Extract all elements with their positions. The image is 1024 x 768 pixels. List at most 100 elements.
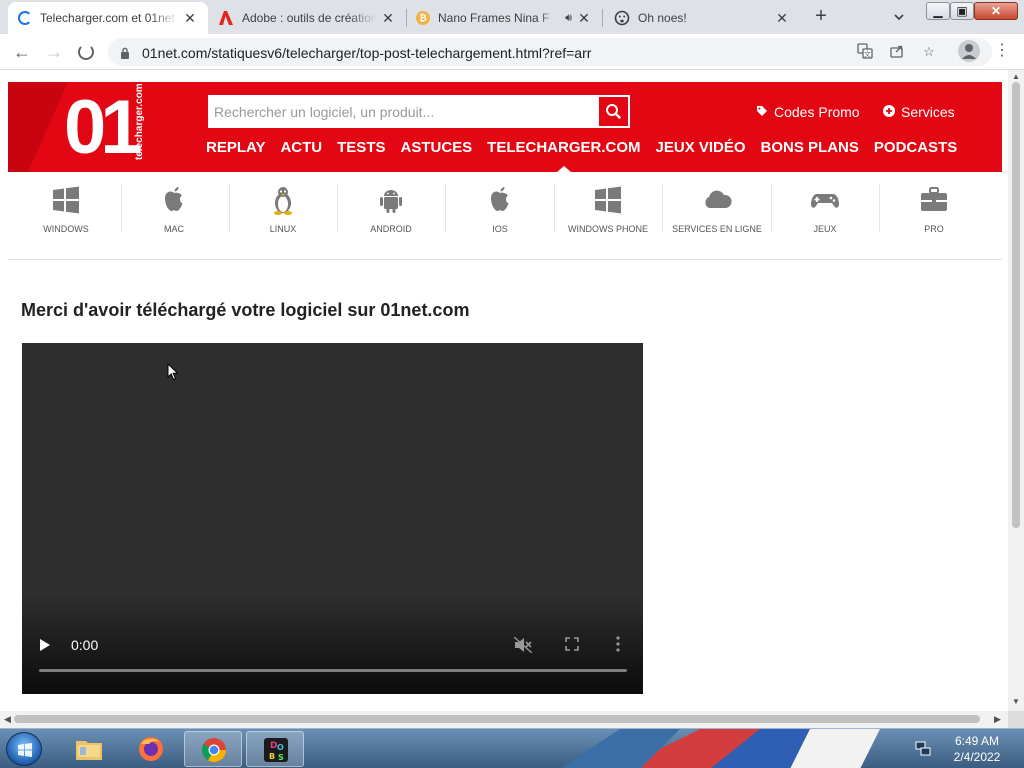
windows-icon: [53, 186, 79, 214]
tab-adobe[interactable]: Adobe : outils de création ✕: [208, 2, 406, 34]
nav-bons-plans[interactable]: BONS PLANS: [761, 139, 859, 163]
tab-title: Telecharger.com et 01net: [40, 11, 175, 25]
tab-title: Oh noes!: [638, 11, 687, 25]
back-arrow-icon[interactable]: ←: [10, 40, 34, 64]
platform-linux[interactable]: LINUX: [229, 184, 337, 254]
nav-replay[interactable]: REPLAY: [206, 139, 265, 163]
tab-nano-frames[interactable]: ₿ Nano Frames Nina F 🔊︎ ✕: [406, 2, 602, 34]
scroll-up-arrow-icon[interactable]: ▲: [1012, 72, 1020, 81]
audio-playing-icon[interactable]: 🔊︎: [565, 12, 572, 25]
nano-icon: ₿: [416, 11, 430, 25]
platform-label: SERVICES EN LIGNE: [672, 224, 762, 234]
video-player[interactable]: 0:00: [22, 343, 643, 694]
platform-label: WINDOWS: [43, 224, 89, 234]
tab-close-icon[interactable]: ✕: [576, 10, 592, 27]
platform-ios[interactable]: IOS: [446, 184, 554, 254]
scroll-right-arrow-icon[interactable]: ▶: [994, 714, 1001, 725]
horizontal-scrollbar[interactable]: ◀ ▶: [0, 711, 1008, 728]
vertical-scrollbar[interactable]: ▲ ▼: [1008, 70, 1024, 711]
platform-label: JEUX: [813, 224, 837, 234]
url-text: 01net.com/statiquesv6/telecharger/top-po…: [142, 45, 592, 61]
taskbar-chrome[interactable]: [184, 731, 242, 767]
chrome-menu-icon[interactable]: ⋮: [994, 40, 1010, 62]
nav-actu[interactable]: ACTU: [280, 139, 322, 163]
translate-icon[interactable]: 文: [856, 43, 874, 61]
platform-windows-phone[interactable]: WINDOWS PHONE: [554, 184, 662, 254]
muted-speaker-icon[interactable]: [513, 636, 533, 654]
services-link[interactable]: Services: [883, 104, 955, 120]
stop-loading-icon[interactable]: [78, 44, 94, 60]
start-button[interactable]: [6, 732, 42, 766]
profile-avatar-icon[interactable]: [958, 40, 980, 62]
nav-podcasts[interactable]: PODCASTS: [874, 139, 957, 163]
platform-services-en-ligne[interactable]: SERVICES EN LIGNE: [663, 184, 771, 254]
platform-android[interactable]: ANDROID: [337, 184, 445, 254]
taskbar-explorer[interactable]: [60, 731, 118, 767]
platform-pro[interactable]: PRO: [880, 184, 988, 254]
platform-windows[interactable]: WINDOWS: [12, 184, 120, 254]
tab-close-icon[interactable]: ✕: [774, 10, 790, 27]
tab-title: Nano Frames Nina F: [438, 11, 550, 25]
share-icon[interactable]: [888, 43, 906, 61]
tab-telecharger[interactable]: Telecharger.com et 01net ✕: [8, 2, 208, 34]
svg-text:O: O: [277, 743, 284, 752]
page-title: Merci d'avoir téléchargé votre logiciel …: [21, 300, 470, 320]
platform-label: MAC: [164, 224, 184, 234]
android-icon: [380, 190, 402, 213]
more-options-icon[interactable]: [615, 635, 621, 653]
video-controls-gradient: [22, 594, 643, 694]
site-logo[interactable]: 01 telecharger.com: [8, 82, 188, 172]
tab-search-chevron-icon[interactable]: [887, 7, 911, 27]
nav-tests[interactable]: TESTS: [337, 139, 385, 163]
apple-icon: [491, 187, 509, 211]
platform-mac[interactable]: MAC: [120, 184, 228, 254]
main-nav: REPLAY ACTU TESTS ASTUCES TELECHARGER.CO…: [206, 139, 972, 163]
platform-label: IOS: [492, 224, 508, 234]
taskbar-firefox[interactable]: [122, 731, 180, 767]
bookmark-star-icon[interactable]: ☆: [920, 43, 938, 61]
video-progress-bar[interactable]: [39, 669, 627, 672]
scroll-down-arrow-icon[interactable]: ▼: [1012, 697, 1020, 706]
clock-time: 6:49 AM: [954, 734, 1000, 748]
tab-separator: [602, 9, 603, 27]
vertical-scroll-thumb[interactable]: [1012, 82, 1020, 528]
site-search: [208, 95, 630, 128]
lock-icon[interactable]: [120, 46, 130, 59]
loading-spinner-icon: [18, 11, 32, 25]
play-icon[interactable]: [40, 639, 50, 651]
clock-date: 2/4/2022: [953, 750, 1001, 764]
svg-text:B: B: [269, 752, 275, 761]
platform-label: ANDROID: [370, 224, 412, 234]
nav-telecharger[interactable]: TELECHARGER.COM: [487, 139, 640, 163]
nav-astuces[interactable]: ASTUCES: [400, 139, 472, 163]
tab-oh-noes[interactable]: Oh noes! ✕: [604, 2, 800, 34]
window-close-button[interactable]: ✕: [974, 2, 1018, 20]
taskbar-dosbox[interactable]: DOBS: [246, 731, 304, 767]
tab-close-icon[interactable]: ✕: [182, 10, 198, 27]
window-minimize-button[interactable]: ▁: [926, 2, 950, 20]
network-icon[interactable]: [914, 740, 932, 758]
system-clock[interactable]: 6:49 AM 2/4/2022: [940, 733, 1014, 765]
window-maximize-button[interactable]: ▣: [950, 2, 974, 20]
platform-jeux[interactable]: JEUX: [771, 184, 879, 254]
forward-arrow-icon[interactable]: →: [42, 40, 66, 64]
gamepad-icon: [811, 194, 839, 208]
search-button[interactable]: [599, 97, 628, 126]
codes-promo-link[interactable]: Codes Promo: [756, 104, 860, 120]
apple-icon: [165, 187, 183, 211]
nav-jeux-video[interactable]: JEUX VIDÉO: [656, 139, 746, 163]
horizontal-scroll-thumb[interactable]: [14, 715, 980, 723]
scroll-left-arrow-icon[interactable]: ◀: [4, 714, 11, 725]
file-explorer-icon: [76, 741, 102, 760]
oh-noes-icon: [614, 10, 630, 26]
tab-close-icon[interactable]: ✕: [380, 10, 396, 27]
address-bar[interactable]: 01net.com/statiquesv6/telecharger/top-po…: [108, 38, 992, 66]
search-input[interactable]: [209, 96, 599, 127]
new-tab-button[interactable]: +: [808, 6, 834, 28]
svg-text:文: 文: [864, 50, 871, 59]
platform-bar: WINDOWS MAC LINUX ANDROID IOS WINDOWS PH…: [8, 172, 1002, 260]
site-header: 01 telecharger.com Codes Promo Services …: [8, 82, 1002, 172]
windows-taskbar: DOBS 6:49 AM 2/4/2022: [0, 728, 1024, 768]
windows-icon: [595, 186, 621, 214]
fullscreen-icon[interactable]: [565, 637, 579, 651]
